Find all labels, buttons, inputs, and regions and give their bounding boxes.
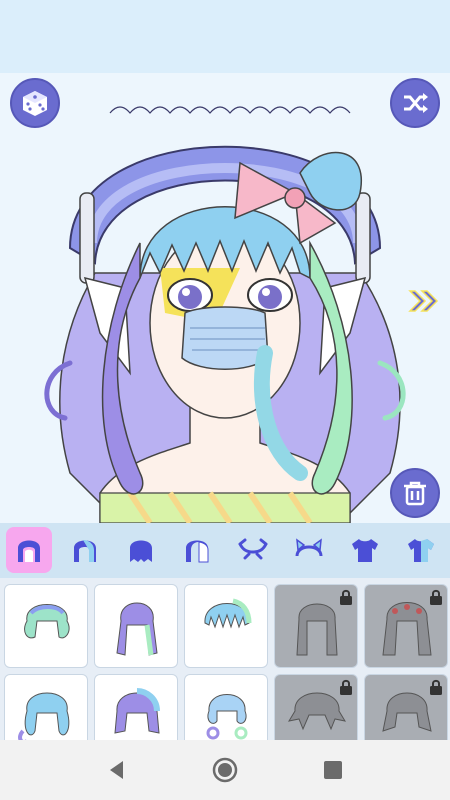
category-tab-bar	[0, 523, 450, 578]
hair-front-icon	[18, 540, 40, 562]
lock-icon	[340, 589, 352, 605]
trash-icon	[404, 481, 426, 506]
lock-icon	[430, 679, 442, 695]
tab-hair-back[interactable]	[118, 527, 164, 573]
horns-icon	[238, 538, 268, 560]
tab-horns[interactable]	[230, 527, 276, 573]
shirt-alt-icon	[408, 539, 434, 562]
hair-style-2-thumbnail	[116, 602, 158, 656]
tab-hair-front[interactable]	[6, 527, 52, 573]
hair-item-7[interactable]	[94, 674, 178, 740]
hair-item-grid	[0, 578, 450, 740]
lock-icon	[340, 679, 352, 695]
recents-icon[interactable]	[319, 756, 347, 784]
avatar-illustration	[44, 106, 406, 523]
ears-icon	[295, 538, 323, 557]
hair-item-4[interactable]	[274, 584, 358, 668]
lock-icon	[430, 589, 442, 605]
status-bar	[0, 0, 450, 73]
hair-item-1[interactable]	[4, 584, 88, 668]
hair-item-3[interactable]	[184, 584, 268, 668]
hair-item-5[interactable]	[364, 584, 448, 668]
hair-back-icon	[130, 540, 152, 562]
randomize-button[interactable]	[10, 78, 60, 128]
home-icon[interactable]	[211, 756, 239, 784]
hair-item-9[interactable]	[274, 674, 358, 740]
tab-hair-front-alt[interactable]	[62, 527, 108, 573]
hair-item-2[interactable]	[94, 584, 178, 668]
dice-icon	[23, 91, 47, 116]
hair-item-10[interactable]	[364, 674, 448, 740]
shirt-icon	[352, 539, 378, 562]
tab-hair-side[interactable]	[174, 527, 220, 573]
shuffle-icon	[404, 93, 428, 113]
system-nav-bar	[0, 740, 450, 800]
double-chevron-right-icon[interactable]	[406, 286, 442, 316]
tab-shirt-alt[interactable]	[398, 527, 444, 573]
hair-side-icon	[186, 540, 209, 563]
hair-item-6[interactable]	[4, 674, 88, 740]
shuffle-button[interactable]	[390, 78, 440, 128]
delete-button[interactable]	[390, 468, 440, 518]
tab-shirt[interactable]	[342, 527, 388, 573]
hair-style-7-thumbnail	[114, 688, 160, 734]
hair-style-8-thumbnail	[206, 694, 248, 740]
avatar-canvas	[0, 73, 450, 523]
hair-style-1-thumbnail	[24, 604, 70, 639]
hair-front-alt-icon	[74, 540, 96, 562]
tab-ears[interactable]	[286, 527, 332, 573]
hair-style-3-thumbnail	[204, 598, 252, 629]
hair-item-8[interactable]	[184, 674, 268, 740]
back-icon[interactable]	[103, 756, 131, 784]
hair-style-6-thumbnail	[18, 692, 70, 740]
